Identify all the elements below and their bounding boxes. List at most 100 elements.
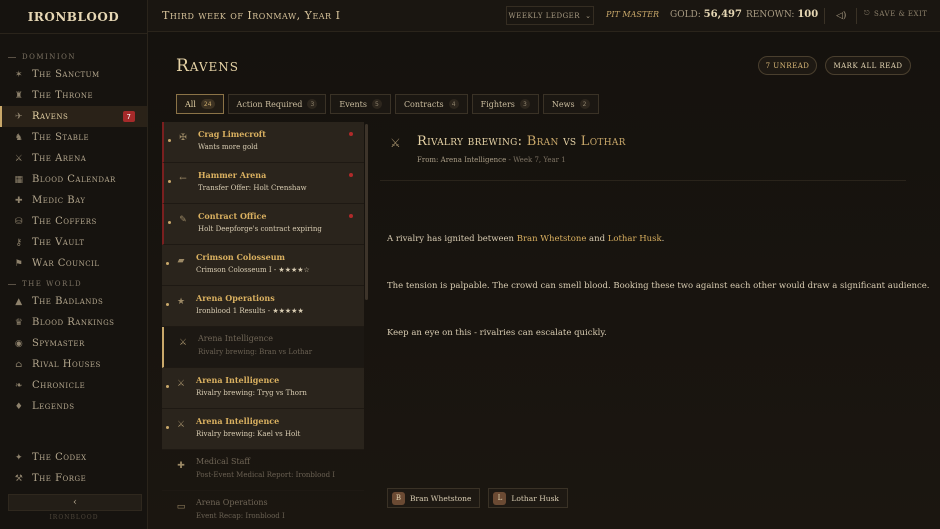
sidebar-item-the-vault[interactable]: ⚷ The Vault (0, 232, 147, 253)
sidebar-item-label: The Stable (32, 132, 90, 143)
sidebar-item-chronicle[interactable]: ❧ Chronicle (0, 375, 147, 396)
message-sender: Hammer Arena (198, 170, 267, 180)
message-subject: Post-Event Medical Report: Ironblood I (196, 471, 336, 479)
action-required-dot (349, 173, 353, 177)
message-list-item[interactable]: ⚔ Arena Intelligence Rivalry brewing: Bran… (162, 327, 364, 368)
sidebar-item-the-forge[interactable]: ⚒ The Forge (0, 468, 147, 489)
avatar: L (493, 491, 507, 505)
sidebar-item-label: The Coffers (32, 216, 97, 227)
sidebar-item-blood-rankings[interactable]: ♛ Blood Rankings (0, 312, 147, 333)
weekly-ledger-dropdown[interactable]: WEEKLY LEDGER ⌄ (506, 6, 594, 25)
rankings-icon: ♛ (14, 317, 24, 328)
versus-icon: ⚔ (176, 420, 186, 430)
sidebar-item-the-throne[interactable]: ♜ The Throne (0, 85, 147, 106)
sidebar-item-ravens[interactable]: ✈ Ravens 7 (0, 106, 147, 127)
save-exit-label: SAVE & EXIT (874, 9, 928, 18)
sidebar-item-medic-bay[interactable]: ✚ Medic Bay (0, 190, 147, 211)
save-exit-button[interactable]: ⎋ SAVE & EXIT (864, 9, 927, 18)
speaker-icon[interactable]: ◁) (836, 8, 850, 24)
badlands-icon: ▲ (15, 296, 23, 307)
collapse-sidebar-button[interactable]: ‹ (8, 494, 142, 511)
sidebar-item-label: Legends (32, 401, 75, 412)
message-list-item[interactable]: ✚ Medical Staff Post-Event Medical Report:… (162, 450, 364, 491)
section-dash (8, 56, 16, 58)
message-subject: Rivalry brewing: Tryg vs Thorn (196, 389, 307, 397)
message-sender: Arena Intelligence (198, 334, 273, 343)
message-list-item[interactable]: ⚔ Arena Intelligence Rivalry brewing: Tryg… (162, 368, 364, 409)
sidebar-item-the-coffers[interactable]: ⛁ The Coffers (0, 211, 147, 232)
stable-icon: ♞ (14, 132, 24, 143)
sidebar-item-the-codex[interactable]: ✦ The Codex (0, 447, 147, 468)
legends-icon: ♦ (14, 401, 24, 412)
sidebar-item-the-badlands[interactable]: ▲ The Badlands (0, 291, 147, 312)
council-icon: ⚑ (14, 258, 24, 269)
p1-text: A rivalry has ignited between (387, 234, 517, 244)
message-sender: Crag Limecroft (198, 129, 266, 139)
message-list-item[interactable]: ← Hammer Arena Transfer Offer: Holt Crensh… (162, 163, 364, 204)
message-list-item[interactable]: ⚔ Arena Intelligence Rivalry brewing: Kael… (162, 409, 364, 450)
sidebar: IRONBLOOD DOMINION ✶ The Sanctum ♜ The Thron… (0, 0, 148, 529)
message-list-item[interactable]: ▭ Arena Operations Event Recap: Ironblood … (162, 491, 364, 529)
sidebar-item-spymaster[interactable]: ◉ Spymaster (0, 333, 147, 354)
message-subject: Holt Deepforge's contract expiring (198, 225, 322, 233)
message-sender: Crimson Colosseum (196, 252, 285, 262)
app-logo[interactable]: IRONBLOOD (0, 0, 147, 34)
versus-icon: ⚔ (390, 136, 401, 150)
tab-contracts[interactable]: Contracts 4 (394, 94, 468, 114)
tab-fighters[interactable]: Fighters 3 (471, 94, 539, 114)
forge-icon: ⚒ (14, 473, 24, 484)
unread-badge: 7 (123, 111, 135, 122)
unread-count-button[interactable]: 7 UNREAD (758, 56, 817, 75)
tab-all[interactable]: All 24 (176, 94, 224, 114)
sidebar-section-label: THE WORLD (0, 277, 147, 291)
weekly-ledger-label: WEEKLY LEDGER (508, 11, 581, 20)
sidebar-item-war-council[interactable]: ⚑ War Council (0, 253, 147, 274)
sidebar-item-the-arena[interactable]: ⚔ The Arena (0, 148, 147, 169)
message-meta: From: Arena Intelligence - Week 7, Year … (417, 156, 566, 164)
sidebar-item-label: War Council (32, 258, 100, 269)
message-list-item[interactable]: ✠ Crag Limecroft Wants more gold (162, 122, 364, 163)
current-week: Third week of Ironmaw, Year I (162, 9, 341, 22)
codex-icon: ✦ (14, 452, 24, 463)
message-sender: Arena Intelligence (196, 416, 280, 426)
tab-events[interactable]: Events 5 (330, 94, 391, 114)
sidebar-item-label: Medic Bay (32, 195, 86, 206)
message-subject: Event Recap: Ironblood I (196, 512, 285, 520)
tab-label: All (185, 99, 196, 109)
sidebar-item-label: Rival Houses (32, 359, 101, 370)
fighter-tag-bran-whetstone[interactable]: B Bran Whetstone (387, 488, 481, 508)
unread-dot (166, 385, 169, 388)
topbar-divider (856, 8, 857, 24)
calendar-icon: ▦ (14, 174, 24, 185)
message-paragraph: A rivalry has ignited between Bran Whets… (387, 234, 664, 244)
mark-all-read-button[interactable]: MARK ALL READ (825, 56, 911, 75)
message-list-item[interactable]: ★ Arena Operations Ironblood 1 Results - ★… (162, 286, 364, 327)
sanctum-icon: ✶ (14, 69, 24, 80)
sidebar-item-label: The Vault (32, 237, 85, 248)
gold-label: GOLD: (670, 10, 701, 20)
sidebar-item-the-sanctum[interactable]: ✶ The Sanctum (0, 64, 147, 85)
sidebar-item-legends[interactable]: ♦ Legends (0, 396, 147, 417)
spymaster-icon: ◉ (14, 338, 24, 349)
fighter-link-bran[interactable]: Bran Whetstone (517, 234, 587, 244)
throne-icon: ♜ (14, 90, 24, 101)
message-list-item[interactable]: ✎ Contract Office Holt Deepforge's contrac… (162, 204, 364, 245)
sidebar-item-blood-calendar[interactable]: ▦ Blood Calendar (0, 169, 147, 190)
page-title: Ravens (176, 56, 240, 76)
sidebar-item-label: Blood Calendar (32, 174, 116, 185)
main-panel: Ravens 7 UNREAD MARK ALL READ All 24 Actio… (148, 32, 940, 529)
tab-action-required[interactable]: Action Required 3 (227, 94, 327, 114)
unread-dot (168, 180, 171, 183)
message-sender: Contract Office (198, 211, 267, 221)
sidebar-item-the-stable[interactable]: ♞ The Stable (0, 127, 147, 148)
title-fighter-a: Bran (526, 134, 559, 149)
fighter-link-lothar[interactable]: Lothar Husk (608, 234, 662, 244)
fighter-tag-lothar-husk[interactable]: L Lothar Husk (488, 488, 568, 508)
top-bar: Third week of Ironmaw, Year I WEEKLY LED… (148, 0, 940, 32)
message-list-scrollbar[interactable] (365, 124, 368, 300)
tab-news[interactable]: News 2 (542, 94, 599, 114)
sidebar-item-rival-houses[interactable]: ⌂ Rival Houses (0, 354, 147, 375)
tab-count-badge: 24 (200, 99, 215, 109)
message-list-item[interactable]: ▰ Crimson Colosseum Crimson Colosseum I - … (162, 245, 364, 286)
arrow-icon: ← (179, 174, 187, 184)
